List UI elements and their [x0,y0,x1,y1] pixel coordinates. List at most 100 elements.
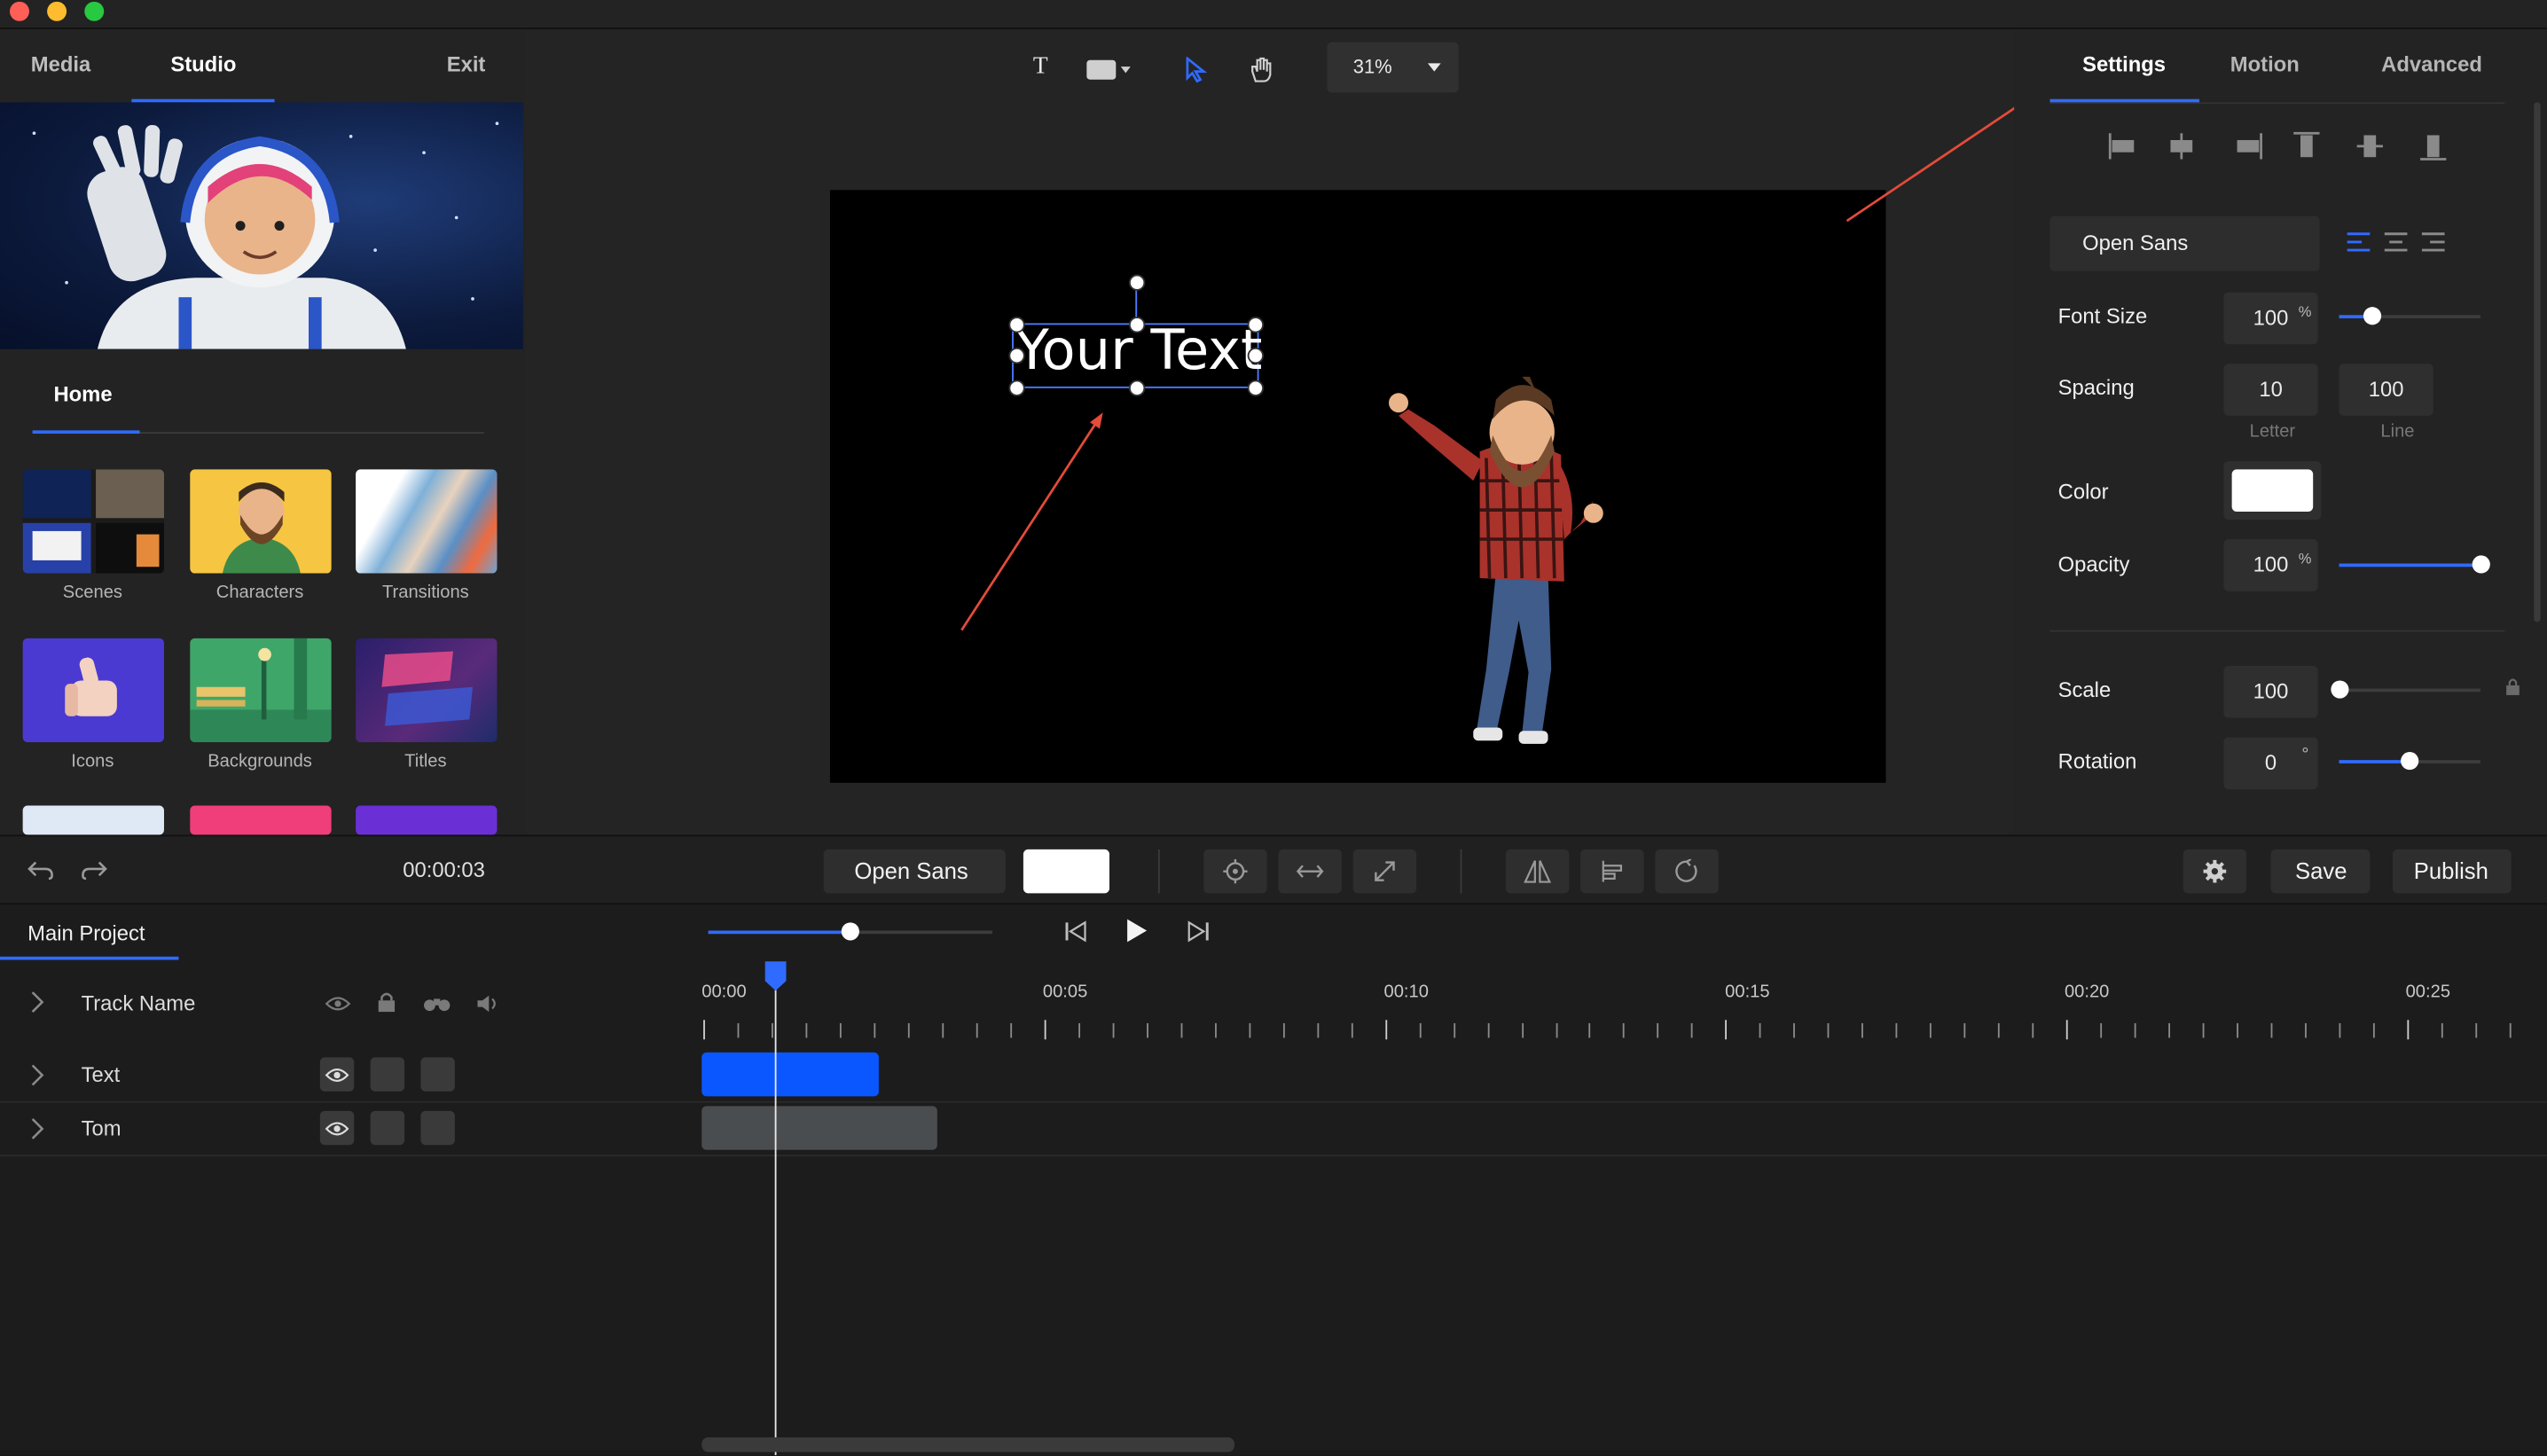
playhead-handle[interactable] [762,959,789,992]
chevron-down-icon[interactable] [1120,67,1131,74]
resize-handle[interactable] [1008,380,1025,396]
divider [2049,102,2505,105]
tab-media[interactable]: Media [31,52,90,76]
lock-icon[interactable] [377,990,396,1014]
close-window-button[interactable] [9,1,29,21]
redo-icon[interactable] [82,857,107,881]
text-align-center-icon[interactable] [2383,231,2409,254]
resize-handle[interactable] [1247,347,1264,364]
align-left-icon[interactable] [2105,130,2135,163]
thumbs-up-icon [65,657,117,716]
align-middle-icon[interactable] [2355,130,2385,163]
maximize-window-button[interactable] [84,1,105,21]
font-quick-select[interactable]: Open Sans [823,849,1006,894]
chevron-right-icon[interactable] [29,1117,45,1140]
timeline-clip-text[interactable] [701,1052,879,1097]
settings-button[interactable] [2183,849,2247,894]
align-top-icon[interactable] [2291,130,2320,163]
scale-slider[interactable] [2339,688,2480,693]
backgrounds-tile[interactable] [190,638,332,743]
text-align-left-icon[interactable] [2346,231,2371,254]
play-icon[interactable] [1125,918,1148,943]
rotation-slider-knob[interactable] [2401,752,2419,771]
text-color-swatch[interactable] [1023,849,1109,894]
tab-motion[interactable]: Motion [2230,52,2300,76]
resize-handle[interactable] [1247,380,1264,396]
binoculars-icon[interactable] [422,994,451,1014]
library-tile[interactable] [22,805,164,835]
mirror-button[interactable] [1505,849,1570,894]
track-lock-toggle[interactable] [370,1110,405,1146]
character-thumbnail [222,481,301,574]
line-spacing-input[interactable]: 100 [2339,364,2433,416]
font-select[interactable]: Open Sans [2049,215,2320,271]
spacing-label: Spacing [2057,375,2135,400]
volume-slider-knob[interactable] [841,922,859,941]
skip-back-icon[interactable] [1064,920,1087,943]
rotate-handle[interactable] [1128,274,1146,291]
exit-button[interactable]: Exit [447,52,486,76]
transitions-tile[interactable] [356,469,498,574]
flip-horizontal-button[interactable] [1278,849,1342,894]
align-right-icon[interactable] [2229,130,2258,163]
undo-icon[interactable] [27,857,53,881]
shape-tool-button[interactable] [1086,59,1117,80]
letter-spacing-input[interactable]: 10 [2223,364,2318,416]
characters-label: Characters [216,583,304,603]
current-time: 00:00:03 [403,857,485,882]
character-tom[interactable] [1373,376,1609,750]
chevron-right-icon[interactable] [29,990,45,1014]
tab-studio[interactable]: Studio [170,52,236,76]
titles-tile[interactable] [356,638,498,743]
panel-scrollbar[interactable] [2534,102,2541,622]
align-center-icon[interactable] [2167,130,2196,163]
resize-handle[interactable] [1128,380,1146,396]
characters-tile[interactable] [190,469,332,574]
resize-handle[interactable] [1008,317,1025,333]
tab-advanced[interactable]: Advanced [2381,52,2482,76]
icons-tile[interactable] [22,638,164,743]
ruler-tick [2168,1022,2171,1038]
rotate-button[interactable] [1655,849,1719,894]
library-tile[interactable] [356,805,498,835]
resize-handle[interactable] [1128,317,1146,333]
resize-handle[interactable] [1008,347,1025,364]
text-tool-button[interactable]: T [1033,53,1048,81]
timeline-clip-tom[interactable] [701,1106,937,1150]
ruler-tick [2270,1022,2273,1038]
select-pointer-icon[interactable] [1184,57,1207,83]
skip-forward-icon[interactable] [1187,920,1211,943]
hand-pan-icon[interactable] [1248,55,1274,84]
minimize-window-button[interactable] [47,1,67,21]
library-tile[interactable] [190,805,332,835]
track-solo-toggle[interactable] [420,1057,455,1092]
opacity-slider-knob[interactable] [2471,555,2489,574]
font-size-slider-knob[interactable] [2363,307,2382,325]
scenes-tile[interactable] [22,469,164,574]
align-button[interactable] [1580,849,1644,894]
scale-slider-knob[interactable] [2330,680,2348,699]
resize-button[interactable] [1352,849,1417,894]
tab-main-project[interactable]: Main Project [27,921,145,945]
track-lock-toggle[interactable] [370,1057,405,1092]
publish-button[interactable]: Publish [2392,849,2512,894]
volume-icon[interactable] [476,994,502,1014]
color-picker[interactable] [2223,461,2322,521]
track-visibility-toggle[interactable] [319,1110,355,1146]
tab-settings[interactable]: Settings [2082,52,2166,76]
track-visibility-toggle[interactable] [319,1057,355,1092]
resize-handle[interactable] [1247,317,1264,333]
eye-icon[interactable] [325,996,351,1012]
properties-panel: Settings Motion Advanced Open Sans Font … [2014,28,2547,835]
scale-input[interactable]: 100 [2223,665,2318,718]
center-target-button[interactable] [1203,849,1267,894]
tab-home[interactable]: Home [53,381,112,405]
align-bottom-icon[interactable] [2420,130,2449,163]
zoom-select[interactable]: 31% [1327,42,1459,93]
track-solo-toggle[interactable] [420,1110,455,1146]
timeline-scrollbar[interactable] [701,1436,1235,1452]
lock-icon[interactable] [2504,677,2520,697]
text-align-right-icon[interactable] [2420,231,2446,254]
save-button[interactable]: Save [2270,849,2371,894]
chevron-right-icon[interactable] [29,1064,45,1087]
